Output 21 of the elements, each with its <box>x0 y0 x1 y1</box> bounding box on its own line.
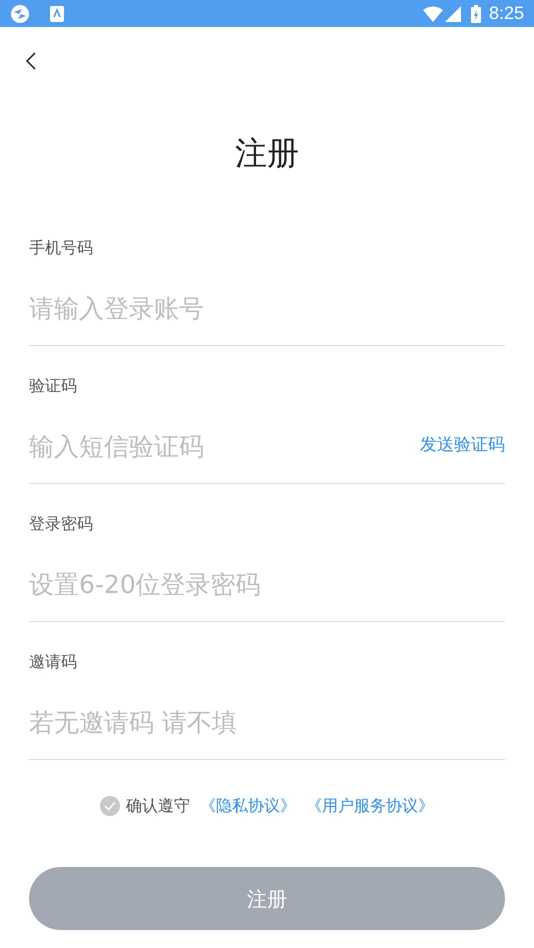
wifi-icon <box>422 6 443 22</box>
sync-icon <box>10 4 30 24</box>
app-icon <box>50 6 64 22</box>
send-code-link[interactable]: 发送验证码 <box>420 433 505 459</box>
agreement-link[interactable]: 《隐私协议》 <box>200 794 296 818</box>
battery-icon <box>470 4 481 22</box>
agreement-link[interactable]: 《用户服务协议》 <box>306 794 434 818</box>
page-title: 注册 <box>235 133 299 173</box>
check-icon <box>104 801 116 811</box>
input-field[interactable]: 请输入登录账号 <box>29 284 505 332</box>
status-time: 8:25 <box>488 2 524 25</box>
input-field[interactable]: 设置6-20位登录密码 <box>29 560 505 608</box>
agreement-text: 确认遵守 <box>126 795 190 817</box>
agree-checkbox[interactable] <box>100 796 120 816</box>
field-label: 验证码 <box>29 375 78 397</box>
field-label: 邀请码 <box>29 651 78 673</box>
field-label: 登录密码 <box>29 513 94 535</box>
input-field[interactable]: 输入短信验证码 <box>29 422 420 470</box>
field-label: 手机号码 <box>29 237 94 259</box>
input-field[interactable]: 若无邀请码 请不填 <box>29 698 505 746</box>
signal-icon <box>444 6 461 22</box>
